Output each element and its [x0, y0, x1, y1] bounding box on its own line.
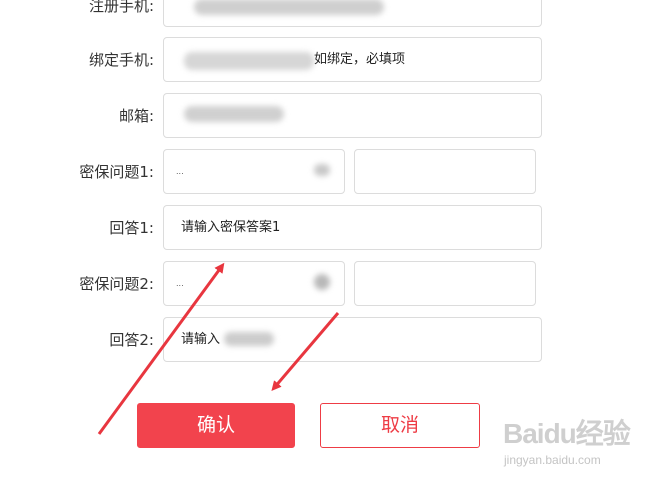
- security-question-1-select[interactable]: ...: [163, 149, 345, 194]
- answer-1-field[interactable]: 请输入密保答案1: [163, 205, 542, 250]
- answer-1-placeholder: 请输入密保答案1: [181, 220, 281, 235]
- select-value: ...: [176, 167, 184, 176]
- security-question-1-label: 密保问题1:: [79, 163, 154, 181]
- email-field[interactable]: [163, 93, 542, 138]
- bind-phone-placeholder: 如绑定，必填项: [314, 52, 406, 67]
- baidu-jingyan-watermark: Baidu经验 jingyan.baidu.com: [503, 412, 643, 472]
- security-question-2-label: 密保问题2:: [79, 275, 154, 293]
- bind-phone-field[interactable]: 如绑定，必填项: [163, 37, 542, 82]
- watermark-logo: Baidu经验: [503, 418, 631, 449]
- masked-placeholder: [184, 52, 314, 70]
- masked-value: [224, 332, 274, 346]
- registered-phone-field[interactable]: [163, 0, 542, 27]
- security-settings-form: 注册手机: 绑定手机: 如绑定，必填项 邮箱: 密保问题1: ... 回答1: …: [0, 0, 655, 483]
- answer-2-field[interactable]: 请输入: [163, 317, 542, 362]
- watermark-url: jingyan.baidu.com: [504, 453, 601, 467]
- masked-value: [184, 106, 284, 122]
- masked-value: [194, 0, 384, 15]
- masked-value: [314, 274, 330, 290]
- answer-2-placeholder: 请输入: [181, 332, 221, 347]
- answer-2-label: 回答2:: [109, 331, 154, 349]
- cancel-button[interactable]: 取消: [320, 403, 480, 448]
- confirm-button[interactable]: 确认: [137, 403, 295, 448]
- security-question-2-extra-box[interactable]: [354, 261, 536, 306]
- answer-1-label: 回答1:: [109, 219, 154, 237]
- masked-value: [314, 164, 330, 176]
- registered-phone-label: 注册手机:: [88, 0, 154, 15]
- security-question-1-extra-box[interactable]: [354, 149, 536, 194]
- bind-phone-label: 绑定手机:: [88, 51, 154, 69]
- security-question-2-select[interactable]: ...: [163, 261, 345, 306]
- email-label: 邮箱:: [118, 107, 154, 125]
- select-value: ...: [176, 279, 184, 288]
